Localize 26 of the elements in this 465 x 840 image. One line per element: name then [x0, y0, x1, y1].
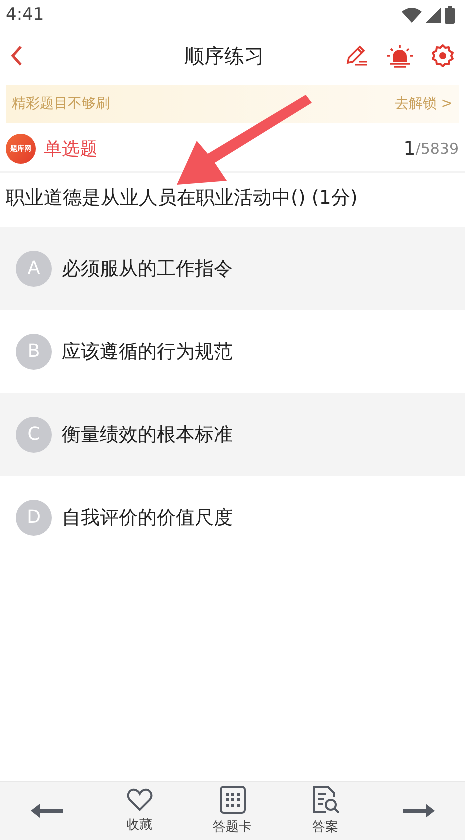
question-text: 职业道德是从业人员在职业活动中() (1分)	[5, 186, 359, 211]
signal-icon	[426, 8, 441, 22]
question-total: /5839	[416, 140, 459, 158]
page-title: 顺序练习	[184, 42, 266, 70]
answer-card-button[interactable]: 答题卡	[198, 786, 268, 836]
option-text: 衡量绩效的根本标准	[62, 422, 233, 448]
document-search-icon	[312, 786, 340, 814]
right-arrow-icon[interactable]	[402, 804, 434, 818]
banner-text: 精彩题目不够刷	[12, 95, 110, 113]
back-icon[interactable]	[10, 45, 24, 67]
wifi-icon	[402, 8, 422, 22]
settings-icon[interactable]	[431, 44, 455, 68]
question-index: 1	[404, 138, 416, 160]
pencil-icon[interactable]	[345, 44, 369, 68]
option-text: 自我评价的价值尺度	[62, 506, 233, 530]
question-type: 单选题	[44, 138, 99, 161]
left-arrow-icon[interactable]	[30, 804, 62, 818]
favorite-button[interactable]: 收藏	[104, 788, 174, 834]
answer-button[interactable]: 答案	[290, 786, 360, 836]
battery-icon	[445, 6, 455, 24]
status-time: 4:41	[6, 5, 44, 25]
option-text: 必须服从的工作指令	[62, 256, 233, 282]
lamp-icon[interactable]	[387, 44, 413, 68]
heart-icon	[126, 788, 152, 812]
option-text: 应该遵循的行为规范	[62, 340, 233, 364]
grid-icon	[220, 786, 246, 814]
